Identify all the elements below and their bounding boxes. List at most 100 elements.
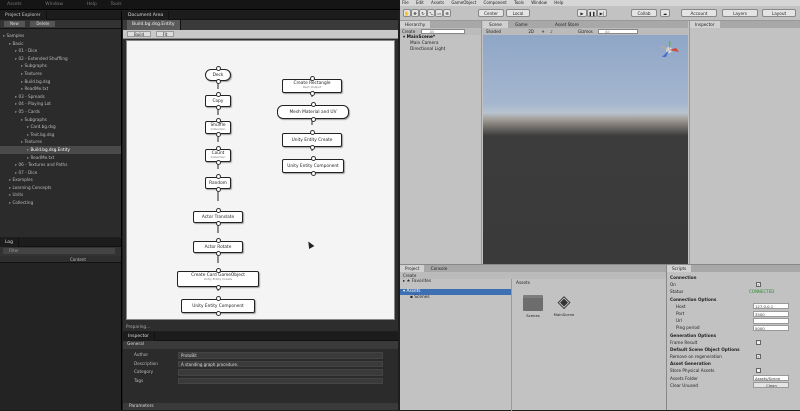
new-button[interactable]: New: [4, 21, 25, 27]
project-tree-item[interactable]: ▸ Subgraphs: [0, 116, 121, 124]
store-physical-assets-checkbox[interactable]: [756, 368, 761, 374]
project-tree-item[interactable]: ▸ 04 - Playing Lot: [0, 100, 121, 108]
output-port[interactable]: [216, 221, 221, 226]
menu-assets[interactable]: Assets: [7, 0, 22, 10]
project-explorer-title[interactable]: Project Explorer: [0, 11, 47, 20]
menu-window[interactable]: Window: [45, 0, 63, 10]
input-port[interactable]: [310, 76, 315, 81]
connection-field-input[interactable]: [753, 317, 789, 324]
input-port[interactable]: [311, 156, 316, 161]
graph-node[interactable]: Unity Entity Component: [282, 156, 344, 176]
output-port[interactable]: [216, 187, 221, 192]
input-port[interactable]: [216, 92, 221, 97]
project-breadcrumb[interactable]: Assets: [516, 281, 530, 286]
graph-node[interactable]: Mesh Material and UV: [277, 102, 349, 122]
project-tree-item[interactable]: ▸ Examples: [0, 176, 121, 184]
output-port[interactable]: [311, 171, 316, 176]
output-port[interactable]: [311, 117, 316, 122]
project-tree-item[interactable]: ▸ Build.bg.dsg: [0, 78, 121, 86]
graph-node[interactable]: Unity Entity Component: [181, 296, 255, 316]
project-tree-item[interactable]: ▸ Text.bg.dsg: [0, 131, 121, 139]
input-port[interactable]: [216, 118, 221, 123]
input-port[interactable]: [216, 208, 221, 213]
output-port[interactable]: [216, 251, 221, 256]
hand-tool-button[interactable]: ✋: [403, 9, 411, 17]
input-port[interactable]: [216, 296, 221, 301]
output-port[interactable]: [216, 160, 221, 165]
inspector-field-input[interactable]: ProtoBit: [178, 352, 383, 359]
graph-node[interactable]: Copy: [205, 92, 231, 110]
menu-tools[interactable]: Tools: [110, 0, 121, 10]
pivot-toggle-button[interactable]: Center: [478, 9, 504, 17]
general-section-header[interactable]: General: [123, 341, 398, 349]
unity-menu-tools[interactable]: Tools: [514, 0, 524, 5]
unity-menu-component[interactable]: Component: [484, 0, 507, 5]
graph-node[interactable]: Create Card GameObject Unity Entity Creat…: [177, 268, 259, 290]
graph-node[interactable]: Actor Translate: [193, 208, 243, 226]
filter-input[interactable]: Filter: [3, 248, 115, 254]
project-tree-item[interactable]: ▸ Textures: [0, 138, 121, 146]
unity-menu-help[interactable]: Help: [554, 0, 563, 5]
project-tree-item[interactable]: ▸ Build.bg.dsg.Entity: [0, 145, 121, 154]
unity-menu-edit[interactable]: Edit: [416, 0, 424, 5]
project-tree-item[interactable]: ▸ Units: [0, 191, 121, 199]
scale-tool-button[interactable]: ⤡: [427, 9, 435, 17]
lighting-icon[interactable]: ☀: [541, 29, 545, 34]
output-port[interactable]: [216, 79, 221, 84]
column-header-content[interactable]: Content: [70, 257, 86, 262]
unity-menu-assets[interactable]: Assets: [431, 0, 444, 5]
document-tab[interactable]: Build.bg.dsg.Entity: [127, 20, 181, 30]
connection-field-input[interactable]: 127.0.0.1: [753, 303, 789, 310]
project-tree-item[interactable]: ▸ 01 - Dice: [0, 47, 121, 55]
unity-menu-window[interactable]: Window: [531, 0, 547, 5]
inspector-field-input[interactable]: [178, 377, 383, 384]
connection-field-input[interactable]: 5000: [753, 324, 789, 331]
tab-console[interactable]: Console: [426, 265, 453, 272]
project-tree-item[interactable]: ▸ 03 - Spreads: [0, 93, 121, 101]
document-area-title[interactable]: Document Area: [123, 11, 170, 20]
output-port[interactable]: [216, 311, 221, 316]
fit-button[interactable]: Fit: [155, 31, 175, 37]
asset-item-scenes[interactable]: Scenes: [521, 295, 545, 318]
parameters-section-header[interactable]: Parameters: [123, 403, 398, 410]
output-port[interactable]: [216, 285, 221, 290]
hierarchy-tab[interactable]: Hierarchy: [400, 21, 431, 28]
project-tree-item[interactable]: ▸ Learning Concepts: [0, 184, 121, 192]
menu-help[interactable]: Help: [87, 0, 97, 10]
build-button[interactable]: Build: [127, 31, 152, 37]
account-dropdown[interactable]: Account: [681, 9, 717, 17]
output-port[interactable]: [310, 91, 315, 96]
unity-inspector-tab[interactable]: Inspector: [690, 21, 720, 28]
project-tree-item[interactable]: ▸ Basic: [0, 40, 121, 48]
2d-toggle[interactable]: 2D: [528, 29, 534, 34]
project-tree-item[interactable]: ▸ ReadMe.txt: [0, 154, 121, 162]
input-port[interactable]: [311, 102, 316, 107]
graph-node[interactable]: Create Rectangle Rect Output: [282, 76, 342, 96]
input-port[interactable]: [216, 146, 221, 151]
project-tree-item[interactable]: ▸ 05 - Cards: [0, 108, 121, 116]
space-toggle-button[interactable]: Local: [506, 9, 530, 17]
project-tree-item[interactable]: ▸ Subgraphs: [0, 62, 121, 70]
project-tree-item[interactable]: ▸ Textures: [0, 70, 121, 78]
gizmos-dropdown[interactable]: Gizmos: [578, 29, 593, 34]
hierarchy-item[interactable]: Directional Light: [400, 47, 481, 53]
project-create-button[interactable]: Create: [403, 273, 416, 278]
frame-result-checkbox[interactable]: [756, 339, 761, 345]
asset-item-mainscene[interactable]: ◈ MainScene: [550, 293, 578, 318]
layout-dropdown[interactable]: Layout: [762, 9, 796, 17]
project-tree-item[interactable]: ▸ 02 - Extended Shuffling: [0, 55, 121, 63]
rotate-tool-button[interactable]: ↻: [419, 9, 427, 17]
cloud-icon[interactable]: ☁: [660, 9, 670, 17]
project-tree-item[interactable]: ▸ Card.bg.dsg: [0, 123, 121, 131]
project-tree-item[interactable]: ▸ ReadMe.txt: [0, 85, 121, 93]
graph-node[interactable]: Unity Entity Create: [282, 130, 342, 150]
on-checkbox[interactable]: ✓: [756, 282, 761, 288]
unity-menu-gameobject[interactable]: GameObject: [451, 0, 476, 5]
graph-node[interactable]: Actor Rotate: [193, 238, 243, 256]
scripts-tab[interactable]: Scripts: [667, 265, 692, 272]
hierarchy-search-input[interactable]: All: [420, 29, 465, 34]
connection-field-input[interactable]: 3500: [753, 310, 789, 317]
tab-asset-store[interactable]: Asset Store: [549, 21, 585, 28]
graph-canvas[interactable]: Deck Copy Shuffle Collection Count Collection…: [126, 40, 395, 320]
step-button[interactable]: ▶|: [597, 9, 607, 17]
